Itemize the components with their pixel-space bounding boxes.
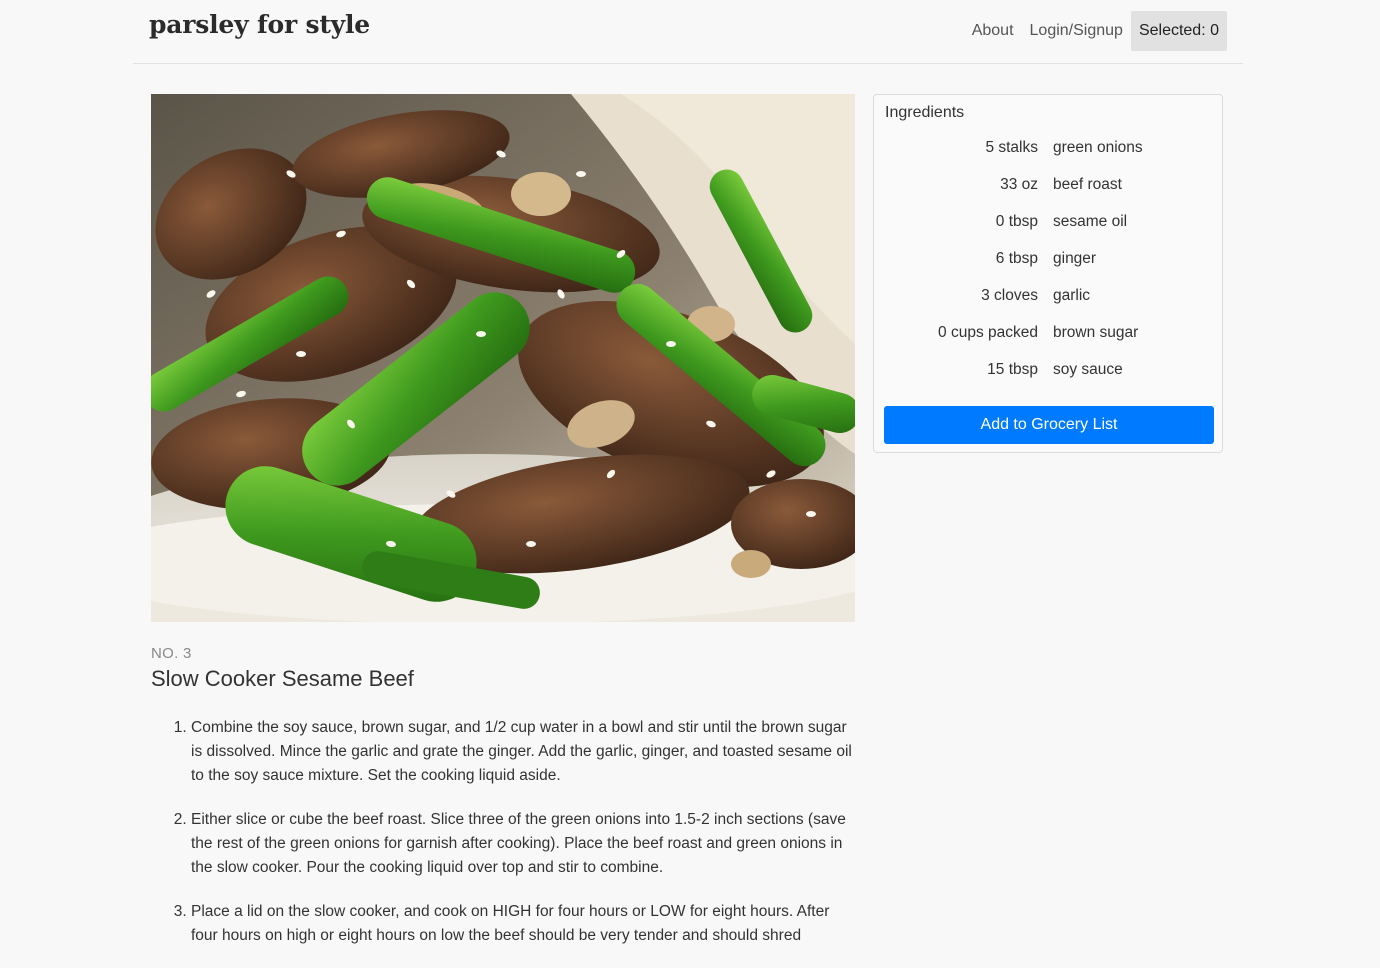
recipe-step: Place a lid on the slow cooker, and cook… bbox=[191, 900, 855, 948]
recipe-number: NO. 3 bbox=[151, 645, 192, 662]
nav-login-link[interactable]: Login/Signup bbox=[1022, 11, 1131, 51]
ingredient-quantity: 0 cups packed bbox=[938, 324, 1038, 341]
ingredients-title: Ingredients bbox=[885, 104, 965, 121]
nav-about-link[interactable]: About bbox=[964, 11, 1022, 51]
ingredient-name: brown sugar bbox=[1053, 324, 1139, 341]
ingredient-name: green onions bbox=[1053, 139, 1143, 156]
recipe-photo bbox=[151, 94, 855, 622]
nav-links: About Login/Signup Selected: 0 bbox=[964, 11, 1227, 51]
ingredient-row: 3 cloves garlic bbox=[874, 279, 1222, 316]
recipe-step: Combine the soy sauce, brown sugar, and … bbox=[191, 716, 855, 788]
recipe-step: Either slice or cube the beef roast. Sli… bbox=[191, 808, 855, 880]
ingredient-row: 15 tbsp soy sauce bbox=[874, 353, 1222, 390]
recipe-steps: Combine the soy sauce, brown sugar, and … bbox=[151, 716, 855, 948]
ingredient-quantity: 5 stalks bbox=[985, 139, 1038, 156]
ingredient-row: 0 tbsp sesame oil bbox=[874, 205, 1222, 242]
ingredient-name: beef roast bbox=[1053, 176, 1122, 193]
ingredient-name: soy sauce bbox=[1053, 361, 1123, 378]
ingredient-quantity: 3 cloves bbox=[981, 287, 1038, 304]
selected-count-button[interactable]: Selected: 0 bbox=[1130, 11, 1227, 51]
navbar: parsley for style About Login/Signup Sel… bbox=[133, 0, 1243, 64]
ingredient-row: 6 tbsp ginger bbox=[874, 242, 1222, 279]
ingredient-quantity: 33 oz bbox=[1000, 176, 1038, 193]
ingredient-row: 33 oz beef roast bbox=[874, 168, 1222, 205]
add-to-grocery-list-button[interactable]: Add to Grocery List bbox=[884, 406, 1214, 444]
ingredient-quantity: 15 tbsp bbox=[987, 361, 1038, 378]
ingredient-name: ginger bbox=[1053, 250, 1097, 267]
brand-logo[interactable]: parsley for style bbox=[149, 10, 370, 39]
ingredient-quantity: 6 tbsp bbox=[995, 250, 1038, 267]
recipe-main: NO. 3 Slow Cooker Sesame Beef Combine th… bbox=[151, 94, 855, 968]
ingredients-card: Ingredients 5 stalks green onions 33 oz … bbox=[873, 94, 1223, 453]
ingredient-row: 0 cups packed brown sugar bbox=[874, 316, 1222, 353]
ingredient-quantity: 0 tbsp bbox=[995, 213, 1038, 230]
ingredient-name: garlic bbox=[1053, 287, 1091, 304]
ingredient-name: sesame oil bbox=[1053, 213, 1128, 230]
recipe-title: Slow Cooker Sesame Beef bbox=[151, 666, 414, 691]
ingredient-row: 5 stalks green onions bbox=[874, 131, 1222, 168]
ingredients-list: 5 stalks green onions 33 oz beef roast 0… bbox=[874, 131, 1222, 390]
